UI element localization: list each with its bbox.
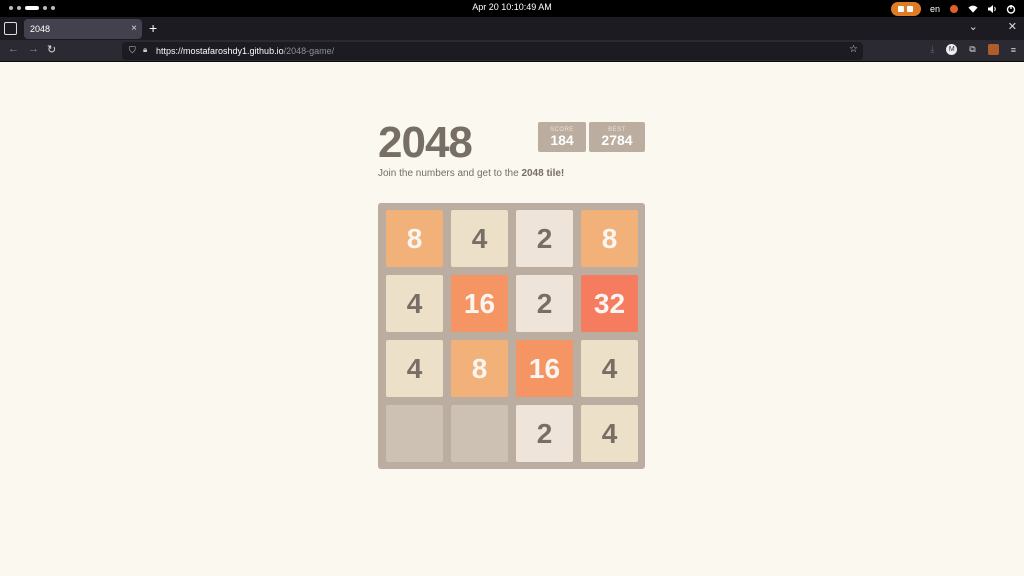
browser-tab[interactable]: 2048 × <box>24 19 142 39</box>
extensions-icon[interactable]: ⧉ <box>969 44 975 55</box>
power-icon[interactable] <box>1006 4 1016 14</box>
reload-icon[interactable]: ↻ <box>47 43 56 56</box>
account-icon[interactable]: M <box>946 44 958 55</box>
tab-list-chevron-icon[interactable]: ⌄ <box>969 20 978 33</box>
keyboard-language[interactable]: en <box>930 4 940 14</box>
game-board[interactable]: 8 4 2 8 4 16 2 32 4 8 16 4 2 4 <box>378 203 645 469</box>
url-text[interactable]: https://mostafaroshdy1.github.io/2048-ga… <box>156 46 334 56</box>
intro-text: Join the numbers and get to the <box>378 168 522 179</box>
empty-cell <box>451 405 508 462</box>
system-clock[interactable]: Apr 20 10:10:49 AM <box>0 2 1024 12</box>
score-box: SCORE 184 <box>538 122 586 152</box>
game-intro: Join the numbers and get to the 2048 til… <box>378 168 564 179</box>
tile-8: 8 <box>451 340 508 397</box>
system-tray[interactable]: en <box>890 1 1016 16</box>
url-path: /2048-game/ <box>283 46 335 56</box>
screen-record-indicator[interactable] <box>890 1 921 16</box>
best-value: 2784 <box>601 132 633 148</box>
bookmark-star-icon[interactable]: ☆ <box>849 44 858 55</box>
lock-icon[interactable]: 🔒︎ <box>143 45 147 55</box>
best-score-box: BEST 2784 <box>589 122 645 152</box>
tile-32: 32 <box>581 275 638 332</box>
window-close-icon[interactable]: ✕ <box>1008 20 1017 33</box>
url-bar[interactable]: ⛉ 🔒︎ https://mostafaroshdy1.github.io/20… <box>122 42 863 60</box>
tile-4: 4 <box>581 405 638 462</box>
accessibility-icon[interactable] <box>949 4 959 14</box>
tile-8: 8 <box>581 210 638 267</box>
tile-4: 4 <box>386 340 443 397</box>
browser-nav-bar: ← → ↻ ⛉ 🔒︎ https://mostafaroshdy1.github… <box>0 40 1024 62</box>
tab-close-icon[interactable]: × <box>131 23 137 34</box>
game-title: 2048 <box>378 118 473 167</box>
back-arrow-icon[interactable]: ← <box>8 43 19 55</box>
forward-arrow-icon[interactable]: → <box>28 43 39 55</box>
extension-icon[interactable] <box>987 44 999 55</box>
tile-16: 16 <box>451 275 508 332</box>
wifi-icon[interactable] <box>968 4 978 14</box>
tracking-shield-icon[interactable]: ⛉ <box>129 45 136 56</box>
tile-2: 2 <box>516 210 573 267</box>
tile-8: 8 <box>386 210 443 267</box>
new-tab-button[interactable]: + <box>149 20 157 36</box>
menu-hamburger-icon[interactable]: ≡ <box>1011 45 1016 55</box>
intro-goal: 2048 tile! <box>521 168 565 179</box>
tile-4: 4 <box>581 340 638 397</box>
tab-overview-button[interactable] <box>4 22 17 35</box>
tile-4: 4 <box>451 210 508 267</box>
tile-2: 2 <box>516 405 573 462</box>
browser-tab-bar: 2048 × + ⌄ ✕ <box>0 17 1024 40</box>
system-top-bar: Apr 20 10:10:49 AM en <box>0 0 1024 17</box>
score-value: 184 <box>550 132 574 148</box>
url-host: https://mostafaroshdy1.github.io <box>156 46 284 56</box>
tile-16: 16 <box>516 340 573 397</box>
empty-cell <box>386 405 443 462</box>
tab-title: 2048 <box>30 24 51 34</box>
tile-2: 2 <box>516 275 573 332</box>
tile-4: 4 <box>386 275 443 332</box>
downloads-icon[interactable]: ⤓ <box>930 44 934 55</box>
volume-icon[interactable] <box>987 4 997 14</box>
